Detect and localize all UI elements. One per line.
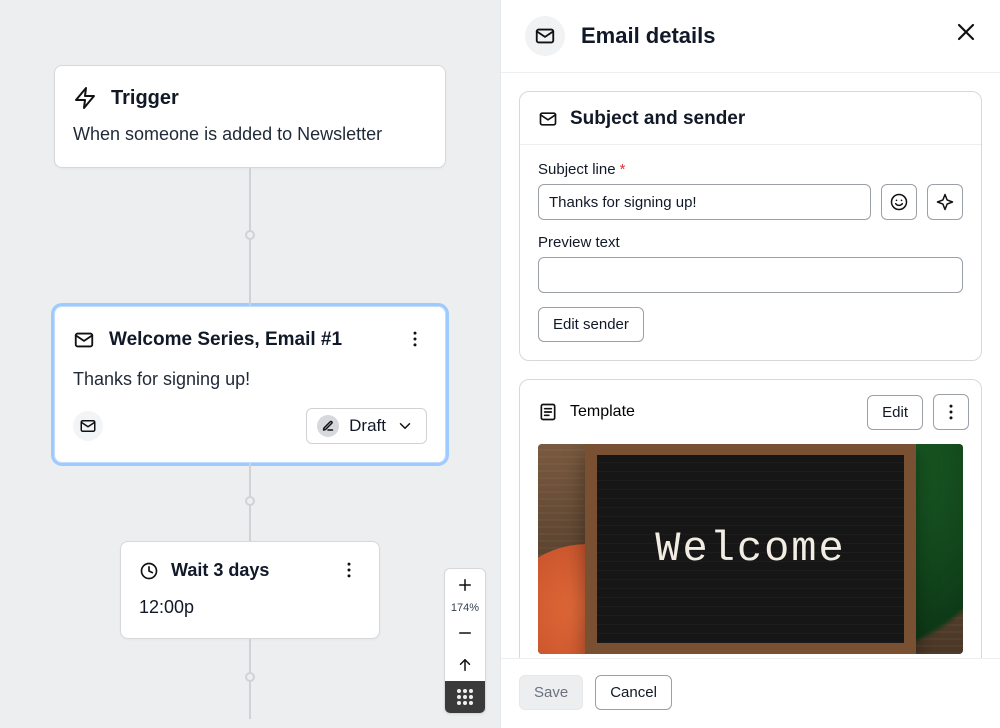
chevron-down-icon — [396, 417, 414, 435]
email-node[interactable]: Welcome Series, Email #1 Thanks for sign… — [54, 306, 446, 463]
save-button[interactable]: Save — [519, 675, 583, 710]
card-title: Subject and sender — [570, 108, 745, 130]
trigger-title: Trigger — [111, 87, 179, 110]
cancel-button[interactable]: Cancel — [595, 675, 672, 710]
template-card: Template Edit Welcome — [519, 379, 982, 658]
edge-port[interactable] — [245, 230, 255, 240]
edit-sender-button[interactable]: Edit sender — [538, 307, 644, 342]
flow-edge — [249, 463, 251, 541]
clock-icon — [139, 561, 159, 581]
side-panel: Email details Subject and sender Subject… — [500, 0, 1000, 728]
card-title: Template — [570, 403, 635, 421]
mail-icon — [73, 329, 95, 351]
status-label: Draft — [349, 416, 386, 436]
recenter-button[interactable] — [445, 649, 485, 681]
zoom-in-button[interactable] — [445, 569, 485, 601]
more-icon[interactable] — [339, 560, 359, 580]
wait-node-title: Wait 3 days — [171, 560, 269, 581]
subject-sender-card: Subject and sender Subject line* Preview… — [519, 91, 982, 361]
template-icon — [538, 402, 558, 422]
panel-title: Email details — [581, 23, 716, 49]
preview-text-input[interactable] — [538, 257, 963, 293]
mail-icon — [538, 109, 558, 129]
template-more-button[interactable] — [933, 394, 969, 430]
edit-template-button[interactable]: Edit — [867, 395, 923, 430]
email-node-preview: Thanks for signing up! — [73, 369, 427, 390]
zoom-out-button[interactable] — [445, 617, 485, 649]
draft-status-icon — [317, 415, 339, 437]
grid-view-button[interactable] — [445, 681, 485, 713]
template-banner-text: Welcome — [655, 525, 845, 573]
preview-text-label: Preview text — [538, 234, 963, 251]
edge-port[interactable] — [245, 496, 255, 506]
flow-edge — [249, 168, 251, 306]
zoom-controls: 174% — [444, 568, 486, 714]
status-dropdown[interactable]: Draft — [306, 408, 427, 444]
wait-node[interactable]: Wait 3 days 12:00p — [120, 541, 380, 639]
trigger-description: When someone is added to Newsletter — [73, 124, 427, 145]
emoji-picker-button[interactable] — [881, 184, 917, 220]
panel-header: Email details — [501, 0, 1000, 73]
zoom-level: 174% — [445, 601, 485, 617]
subject-line-label: Subject line* — [538, 161, 963, 178]
subject-line-input[interactable] — [538, 184, 871, 220]
flow-edge — [249, 639, 251, 719]
wait-node-time: 12:00p — [139, 597, 361, 618]
panel-footer: Save Cancel — [501, 658, 1000, 728]
trigger-node[interactable]: Trigger When someone is added to Newslet… — [54, 65, 446, 168]
more-icon[interactable] — [405, 329, 425, 349]
flow-canvas[interactable]: Trigger When someone is added to Newslet… — [0, 0, 500, 728]
mail-icon — [525, 16, 565, 56]
close-button[interactable] — [954, 20, 978, 44]
email-node-title: Welcome Series, Email #1 — [109, 329, 342, 351]
template-preview[interactable]: Welcome — [538, 444, 963, 654]
edge-port[interactable] — [245, 672, 255, 682]
email-step-icon — [73, 411, 103, 441]
bolt-icon — [73, 86, 97, 110]
ai-suggest-button[interactable] — [927, 184, 963, 220]
